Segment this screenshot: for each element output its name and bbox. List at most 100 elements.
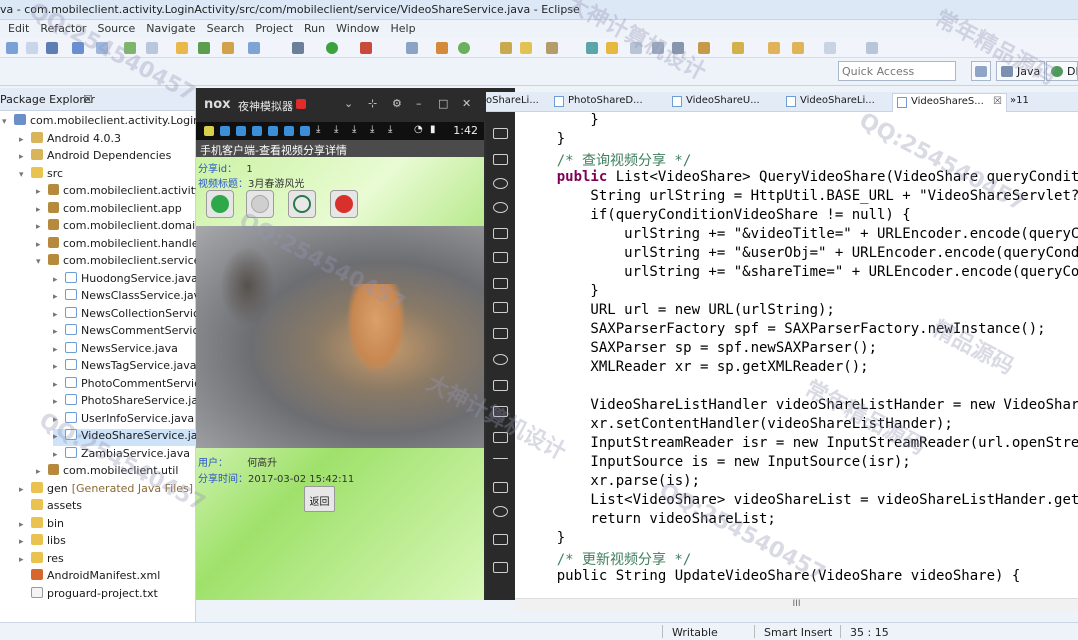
volume-down-icon[interactable]: [493, 302, 508, 313]
tree-item[interactable]: ▸ NewsClassService.java: [53, 289, 207, 306]
close-tab-icon[interactable]: ☒: [993, 96, 1002, 107]
tree-item[interactable]: ▸ Android Dependencies: [19, 149, 171, 166]
back-button[interactable]: 返回: [304, 486, 335, 512]
screenshot-icon[interactable]: [493, 178, 508, 189]
editor-tab[interactable]: VideoShareLi...: [786, 95, 875, 107]
xml-icon[interactable]: [248, 42, 260, 54]
android-home-icon[interactable]: [493, 534, 508, 545]
open-perspective-button[interactable]: [971, 61, 991, 81]
replay-button[interactable]: [288, 190, 316, 218]
tree-item[interactable]: ▸ VideoShareService.java: [53, 429, 211, 446]
expand-arrow-icon[interactable]: ▸: [36, 240, 48, 250]
install-apk-icon[interactable]: [493, 328, 508, 339]
expand-arrow-icon[interactable]: ▸: [53, 345, 65, 355]
emulator-close-icon[interactable]: ✕: [462, 97, 471, 110]
tree-item[interactable]: ▸ Android 4.0.3: [19, 131, 121, 149]
collapse-arrow-icon[interactable]: ▾: [36, 257, 48, 267]
fullscreen-icon[interactable]: [493, 252, 508, 263]
tree-item[interactable]: ▸ UserInfoService.java: [53, 411, 194, 429]
open-icon[interactable]: [26, 42, 38, 54]
ddms-perspective-button[interactable]: DD: [1046, 61, 1078, 81]
new-java-class-icon[interactable]: [436, 42, 448, 54]
tree-item[interactable]: ▸ com.mobileclient.domain: [36, 219, 202, 236]
open-folder-icon[interactable]: [520, 42, 532, 54]
highlight-icon[interactable]: [606, 42, 618, 54]
emulator-maximize-icon[interactable]: □: [438, 97, 448, 110]
tree-item[interactable]: ▸ com.mobileclient.util: [36, 464, 178, 481]
annotation-icon[interactable]: [586, 42, 598, 54]
play-button[interactable]: [206, 190, 234, 218]
new-package-icon[interactable]: [458, 42, 470, 54]
close-view-icon[interactable]: ☒: [83, 93, 93, 106]
display-icon[interactable]: [493, 228, 508, 239]
menu-refactor[interactable]: Refactor: [40, 22, 86, 38]
menu-icon[interactable]: [493, 458, 508, 459]
tree-item[interactable]: ▸ com.mobileclient.activity: [36, 184, 202, 201]
emulator-minimize-icon[interactable]: –: [416, 97, 422, 110]
expand-arrow-icon[interactable]: ▸: [19, 520, 31, 530]
tree-item[interactable]: ▸ bin: [19, 516, 64, 534]
collapse-arrow-icon[interactable]: ▾: [2, 117, 14, 127]
tree-item[interactable]: ▸ ZambiaService.java: [53, 446, 190, 464]
show-whitespace-icon[interactable]: [672, 42, 684, 54]
search-icon[interactable]: [406, 42, 418, 54]
editor-tab-active[interactable]: VideoShareS... ☒: [892, 93, 1007, 112]
open-type-icon[interactable]: [500, 42, 512, 54]
lint-icon[interactable]: [198, 42, 210, 54]
tree-item[interactable]: ▸ NewsTagService.java: [53, 359, 197, 376]
block-select-icon[interactable]: [652, 42, 664, 54]
new-icon[interactable]: [6, 42, 18, 54]
tree-item[interactable]: ▸ com.mobileclient.app: [36, 201, 182, 219]
volume-up-icon[interactable]: [493, 278, 508, 289]
expand-arrow-icon[interactable]: ▸: [36, 467, 48, 477]
toggle-mark-icon[interactable]: [630, 42, 642, 54]
emulator-settings-icon[interactable]: ⚙: [392, 97, 402, 110]
save-icon[interactable]: [46, 42, 58, 54]
next-annotation-icon[interactable]: [698, 42, 710, 54]
macro-icon[interactable]: [493, 482, 508, 493]
expand-arrow-icon[interactable]: ▸: [53, 292, 65, 302]
location-icon[interactable]: [493, 202, 508, 213]
editor-tab[interactable]: PhotoShareD...: [554, 95, 643, 107]
pause-button[interactable]: [246, 190, 274, 218]
multi-instance-icon[interactable]: [493, 380, 508, 391]
tree-item[interactable]: ▸ HuodongService.java: [53, 271, 198, 289]
keyboard-icon[interactable]: [493, 154, 508, 165]
expand-arrow-icon[interactable]: ▸: [53, 275, 65, 285]
expand-arrow-icon[interactable]: ▸: [53, 362, 65, 372]
tree-item[interactable]: ▸ NewsService.java: [53, 341, 178, 359]
expand-arrow-icon[interactable]: ▸: [53, 450, 65, 460]
android-recents-icon[interactable]: [493, 562, 508, 573]
pin-editor-icon[interactable]: [866, 42, 878, 54]
stop-button[interactable]: [330, 190, 358, 218]
expand-arrow-icon[interactable]: ▸: [19, 135, 31, 145]
menu-edit[interactable]: Edit: [8, 22, 29, 38]
expand-arrow-icon[interactable]: ▸: [19, 152, 31, 162]
editor-tab[interactable]: oShareLi...: [486, 95, 539, 106]
back-icon[interactable]: [768, 42, 780, 54]
tree-item[interactable]: ▸ com.mobileclient.handler: [36, 236, 203, 254]
tree-item[interactable]: ▸ res: [19, 551, 64, 569]
expand-arrow-icon[interactable]: ▸: [53, 310, 65, 320]
emulator-pin-icon[interactable]: ⊹: [368, 97, 377, 110]
quick-access-input[interactable]: Quick Access: [838, 61, 956, 81]
run-icon[interactable]: [326, 42, 338, 54]
expand-arrow-icon[interactable]: ▸: [36, 205, 48, 215]
print-icon[interactable]: [96, 42, 108, 54]
video-player[interactable]: [196, 226, 484, 448]
task-icon[interactable]: [546, 42, 558, 54]
menu-project[interactable]: Project: [255, 22, 293, 38]
expand-arrow-icon[interactable]: ▸: [53, 415, 65, 425]
java-perspective-button[interactable]: Java: [996, 61, 1046, 81]
expand-arrow-icon[interactable]: ▸: [53, 397, 65, 407]
menu-window[interactable]: Window: [336, 22, 379, 38]
build-icon[interactable]: [124, 42, 136, 54]
expand-arrow-icon[interactable]: ▸: [19, 485, 31, 495]
menu-help[interactable]: Help: [391, 22, 416, 38]
save-all-icon[interactable]: [72, 42, 84, 54]
android-sdk-icon[interactable]: [146, 42, 158, 54]
file-share-icon[interactable]: [493, 432, 508, 443]
menu-search[interactable]: Search: [207, 22, 245, 38]
tree-item[interactable]: ▸ gen [Generated Java Files]: [19, 481, 193, 499]
editor-horizontal-scrollbar[interactable]: III: [515, 598, 1078, 612]
